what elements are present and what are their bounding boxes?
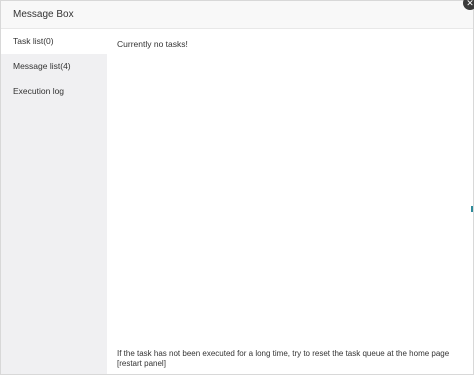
footer-note: If the task has not been executed for a … — [117, 349, 450, 368]
dialog-header: Message Box — [1, 1, 473, 29]
dialog-title: Message Box — [13, 9, 74, 20]
sidebar-item-task-list[interactable]: Task list(0) — [1, 29, 107, 54]
scroll-edge-marker — [471, 206, 473, 212]
empty-task-message: Currently no tasks! — [117, 39, 188, 49]
task-list-panel: Currently no tasks! If the task has not … — [107, 29, 473, 374]
message-box-dialog: Message Box ✕ Task list(0) Message list(… — [0, 0, 474, 375]
sidebar-item-message-list[interactable]: Message list(4) — [1, 54, 107, 79]
sidebar: Task list(0) Message list(4) Execution l… — [1, 29, 107, 374]
sidebar-item-execution-log[interactable]: Execution log — [1, 79, 107, 104]
